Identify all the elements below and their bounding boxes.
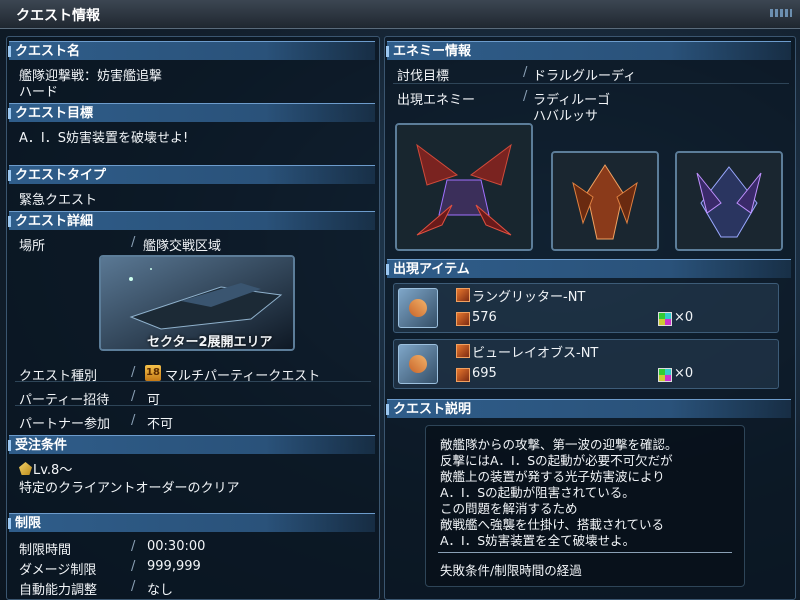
item-value: 695 [472, 366, 497, 381]
failure-condition: 失敗条件/制限時間の経過 [440, 563, 582, 578]
enemy-item-panel: エネミー情報 討伐目標 / ドラルグルーディ 出現エネミー / ラディルーゴ ハ… [384, 36, 796, 600]
conditions-header: 受注条件 [8, 435, 375, 454]
window-grip-icon [770, 9, 792, 17]
quest-detail-header: クエスト詳細 [8, 211, 375, 230]
weapon-item-icon [398, 344, 438, 384]
enemy-thumbnail-2[interactable] [675, 151, 783, 251]
separator: / [131, 579, 136, 594]
quest-type: 緊急クエスト [19, 193, 98, 208]
time-limit-value: 00:30:00 [147, 539, 206, 554]
target-label: 討伐目標 [397, 69, 450, 84]
weapon-type-icon [456, 312, 470, 326]
client-requirement: 特定のクライアントオーダーのクリア [19, 481, 240, 496]
separator: / [131, 235, 136, 250]
time-limit-label: 制限時間 [19, 543, 72, 558]
separator: / [131, 365, 136, 380]
enemy-image [677, 153, 781, 249]
quest-goal-header: クエスト目標 [8, 103, 375, 122]
separator: / [523, 89, 528, 104]
item-count: ×0 [674, 366, 694, 381]
weapon-item-icon [398, 288, 438, 328]
description-box: 敵艦隊からの攻撃、第一波の迎撃を確認。 反撃にはA．I．Sの起動が必要不可欠だが… [425, 425, 745, 587]
window-titlebar: クエスト情報 [0, 0, 800, 29]
appear-enemy-2: ハバルッサ [533, 109, 599, 124]
enemy-info-header: エネミー情報 [386, 41, 791, 60]
enemy-thumbnail-target[interactable] [395, 123, 533, 251]
damage-limit-label: ダメージ制限 [19, 563, 97, 578]
party-invite-label: パーティー招待 [19, 393, 110, 408]
partner-label: パートナー参加 [19, 417, 111, 432]
separator: / [523, 65, 528, 80]
item-value: 576 [472, 310, 497, 325]
multi-party-quest-icon: 18 [145, 365, 161, 381]
weapon-type-icon [456, 344, 470, 358]
gem-count-icon [658, 312, 672, 326]
location-value: 艦隊交戦区域 [143, 239, 222, 254]
appear-label: 出現エネミー [397, 93, 476, 108]
weapon-type-icon [456, 368, 470, 382]
divider [438, 552, 732, 553]
item-row[interactable]: ビューレイオブス-NT 695 ×0 [393, 339, 779, 389]
auto-adjust-value: なし [147, 583, 174, 598]
item-row[interactable]: ラングリッター-NT 576 ×0 [393, 283, 779, 333]
separator: / [131, 539, 136, 554]
separator: / [131, 413, 136, 428]
separator: / [131, 559, 136, 574]
description-header: クエスト説明 [386, 399, 791, 418]
enemy-image [553, 153, 657, 249]
gem-count-icon [658, 368, 672, 382]
enemy-image [397, 125, 531, 249]
quest-name-header: クエスト名 [8, 41, 375, 60]
items-header: 出現アイテム [386, 259, 791, 278]
limits-header: 制限 [8, 513, 375, 532]
quest-kind-value: マルチパーティークエスト [165, 369, 321, 384]
level-requirement-icon [19, 462, 32, 475]
window-title: クエスト情報 [16, 8, 100, 24]
auto-adjust-label: 自動能力調整 [19, 583, 98, 598]
weapon-type-icon [456, 288, 470, 302]
enemy-thumbnail-1[interactable] [551, 151, 659, 251]
item-count: ×0 [674, 310, 694, 325]
area-thumbnail[interactable]: セクター2展開エリア [99, 255, 295, 351]
quest-info-panel: クエスト名 艦隊迎撃戦：妨害艦追撃 ハード クエスト目標 A．I．S妨害装置を破… [6, 36, 380, 600]
location-label: 場所 [19, 239, 46, 254]
partner-value: 不可 [147, 417, 174, 432]
item-name: ラングリッター-NT [472, 290, 586, 305]
level-requirement: Lv.8～ [33, 463, 73, 478]
quest-type-header: クエストタイプ [8, 165, 375, 184]
divider [393, 83, 789, 84]
quest-difficulty: ハード [19, 85, 59, 100]
quest-kind-label: クエスト種別 [19, 369, 98, 384]
target-enemy: ドラルグルーディ [533, 69, 637, 84]
damage-limit-value: 999,999 [147, 559, 201, 574]
description-line: A．I．S妨害装置を全て破壊せよ。 [440, 533, 636, 548]
party-invite-value: 可 [147, 393, 161, 408]
area-caption: セクター2展開エリア [147, 335, 273, 350]
separator: / [131, 389, 136, 404]
item-name: ビューレイオブス-NT [472, 346, 599, 361]
quest-goal: A．I．S妨害装置を破壊せよ! [19, 131, 189, 146]
